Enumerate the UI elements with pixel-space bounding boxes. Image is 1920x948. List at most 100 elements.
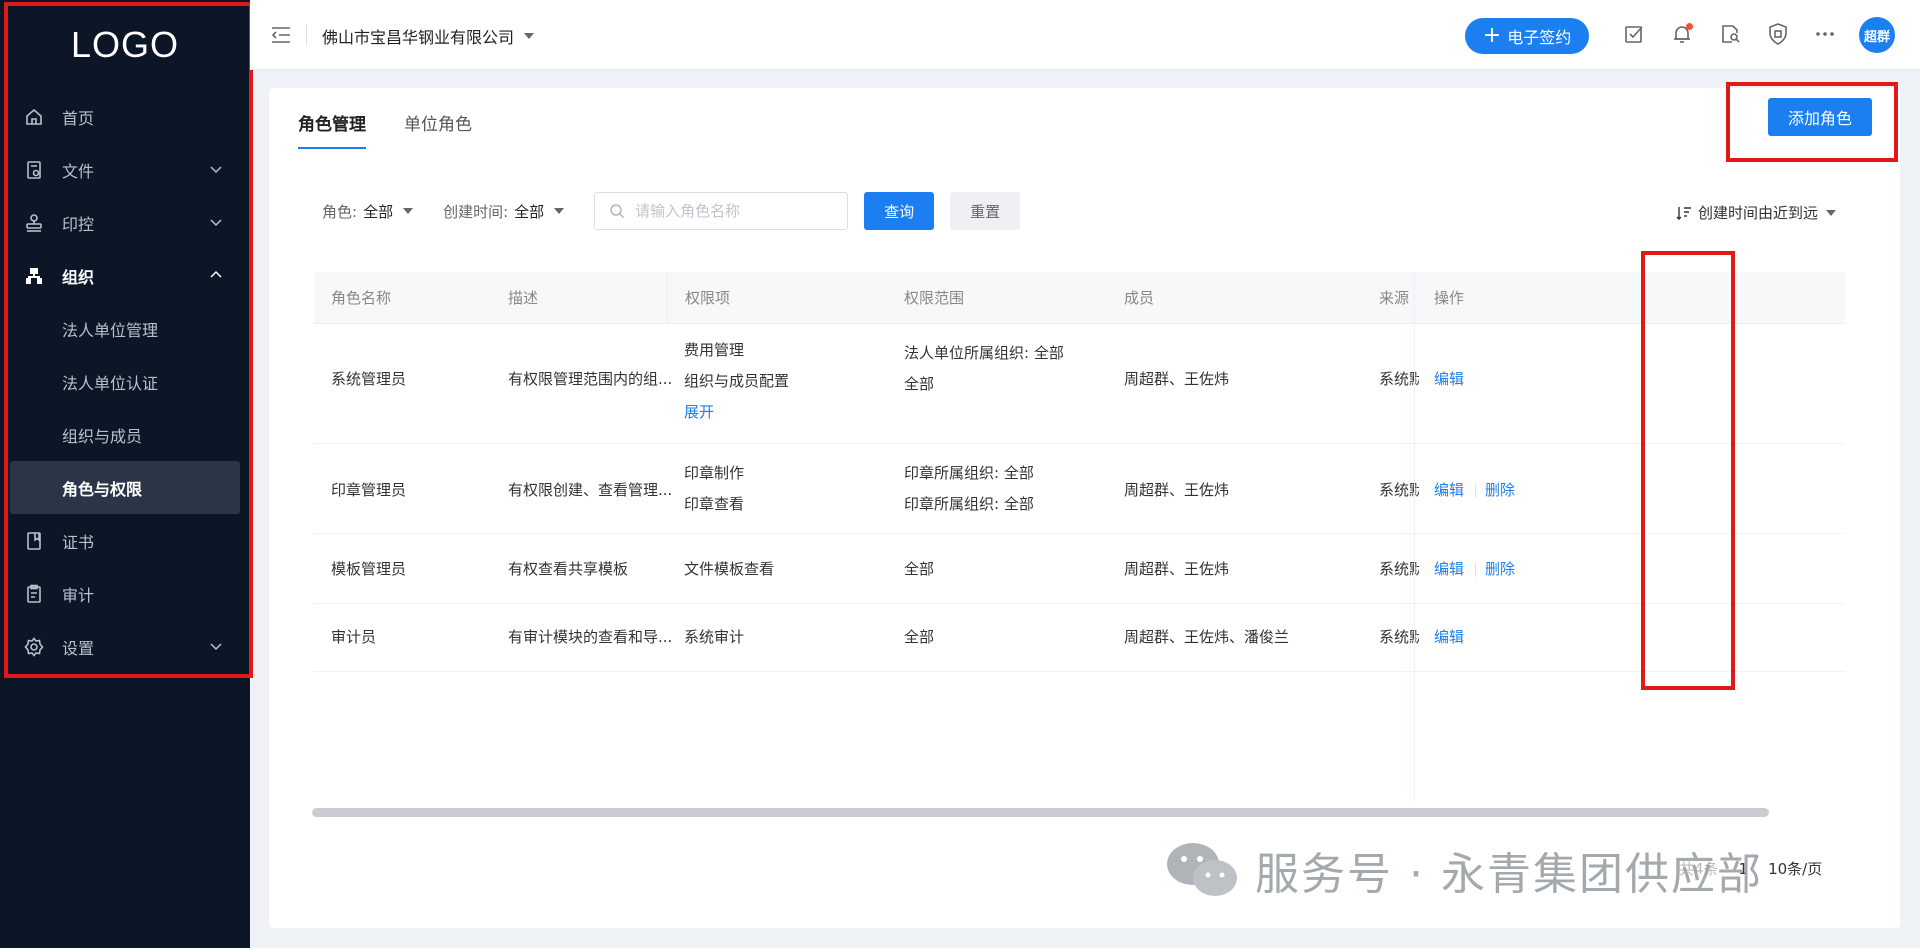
col-header-actions: 操作	[1434, 289, 1465, 307]
action-divider	[1475, 563, 1476, 577]
cell-role-name: 系统管理员	[331, 370, 407, 388]
perm-item: 费用管理	[684, 341, 745, 359]
role-filter[interactable]: 角色: 全部	[322, 201, 414, 222]
sidebar-item-org[interactable]: 组织	[0, 249, 250, 302]
cell-members: 周超群、王佐炜	[1124, 370, 1230, 388]
perm-item: 印章查看	[684, 495, 745, 513]
cell-scope: 法人单位所属组织: 全部 全部	[904, 338, 1064, 400]
sidebar-item-label: 文件	[62, 161, 95, 181]
sidebar-subitem-legal-entity[interactable]: 法人单位管理	[0, 302, 250, 355]
caret-down-icon	[1826, 209, 1837, 216]
sort-icon	[1676, 206, 1691, 220]
search-icon	[610, 204, 625, 219]
table-row: 审计员 有审计模块的查看和导... 系统审计 全部 周超群、王佐炜、潘俊兰 系统…	[314, 604, 1845, 672]
cell-scope: 全部	[904, 560, 935, 578]
top-header: 佛山市宝昌华钢业有限公司 + 电子签约 超群	[250, 0, 1920, 70]
cell-source: 系统默	[1379, 370, 1419, 388]
cell-role-name: 审计员	[331, 628, 377, 646]
cell-source: 系统默	[1379, 560, 1419, 578]
sidebar-subitem-entity-auth[interactable]: 法人单位认证	[0, 355, 250, 408]
sidebar-item-file[interactable]: 文件	[0, 143, 250, 196]
wechat-icon	[1167, 843, 1237, 896]
edit-link[interactable]: 编辑	[1434, 479, 1464, 500]
col-header-name: 角色名称	[331, 289, 392, 307]
table-row: 系统管理员 有权限管理范围内的组... 费用管理 组织与成员配置 展开 法人单位…	[314, 324, 1845, 444]
reset-button[interactable]: 重置	[950, 192, 1021, 230]
shield-icon[interactable]	[1766, 22, 1790, 46]
plus-icon: +	[1482, 23, 1502, 48]
tab-unit-role[interactable]: 单位角色	[404, 110, 472, 149]
tab-role-management[interactable]: 角色管理	[298, 110, 366, 149]
avatar[interactable]: 超群	[1859, 17, 1895, 53]
esign-button[interactable]: + 电子签约	[1465, 18, 1589, 54]
sidebar-item-label: 组织	[62, 267, 95, 287]
sidebar-item-home[interactable]: 首页	[0, 90, 250, 143]
main-card: 角色管理 单位角色 添加角色 角色: 全部 创建时间: 全部 查询 重置 创建时…	[269, 82, 1900, 928]
edit-link[interactable]: 编辑	[1434, 626, 1464, 647]
cell-members: 周超群、王佐炜、潘俊兰	[1124, 628, 1290, 646]
esign-label: 电子签约	[1507, 28, 1572, 47]
action-divider	[1475, 484, 1476, 498]
col-header-members: 成员	[1124, 289, 1155, 307]
table-header: 角色名称 描述 权限项 权限范围 成员 来源 操作	[314, 272, 1845, 324]
doc-search-icon[interactable]	[1718, 22, 1742, 46]
chevron-down-icon	[210, 643, 222, 651]
sidebar-subitem-org-members[interactable]: 组织与成员	[0, 408, 250, 461]
filter-bar: 角色: 全部 创建时间: 全部 查询 重置	[322, 192, 1021, 230]
delete-link[interactable]: 删除	[1485, 479, 1515, 500]
edit-link[interactable]: 编辑	[1434, 558, 1464, 579]
perm-item: 组织与成员配置	[684, 372, 790, 390]
edit-link[interactable]: 编辑	[1434, 368, 1464, 389]
query-button[interactable]: 查询	[864, 192, 935, 230]
task-check-icon[interactable]	[1622, 22, 1646, 46]
sidebar-item-certificate[interactable]: 证书	[0, 514, 250, 567]
sort-label: 创建时间由近到远	[1698, 204, 1819, 222]
chevron-up-icon	[210, 270, 222, 278]
menu-fold-icon[interactable]	[270, 25, 292, 45]
header-divider	[306, 24, 307, 46]
logo: LOGO	[70, 24, 180, 65]
stamp-icon	[24, 213, 44, 233]
delete-link[interactable]: 删除	[1485, 558, 1515, 579]
pager-size[interactable]: 10条/页	[1768, 858, 1822, 879]
col-header-desc: 描述	[508, 289, 539, 307]
sidebar-item-label: 设置	[62, 638, 95, 658]
notification-dot	[1686, 23, 1693, 30]
cell-scope: 印章所属组织: 全部 印章所属组织: 全部	[904, 458, 1034, 520]
cell-desc: 有权限管理范围内的组...	[508, 370, 673, 388]
table-row: 模板管理员 有权查看共享模板 文件模板查看 全部 周超群、王佐炜 系统默 编辑 …	[314, 534, 1845, 604]
chevron-down-icon	[210, 166, 222, 174]
bell-icon[interactable]	[1670, 22, 1694, 46]
time-filter-label: 创建时间:	[443, 202, 509, 221]
cell-desc: 有权查看共享模板	[508, 560, 629, 578]
sidebar-item-settings[interactable]: 设置	[0, 620, 250, 673]
time-filter[interactable]: 创建时间: 全部	[443, 201, 565, 222]
cell-source: 系统默	[1379, 481, 1419, 499]
col-header-perms: 权限项	[667, 272, 887, 324]
expand-link[interactable]: 展开	[684, 397, 789, 428]
sidebar-subitem-roles[interactable]: 角色与权限	[10, 461, 240, 514]
cell-desc: 有权限创建、查看管理...	[508, 481, 673, 499]
scope-item: 全部	[904, 375, 935, 393]
sidebar-item-audit[interactable]: 审计	[0, 567, 250, 620]
chevron-down-icon	[210, 219, 222, 227]
cell-members: 周超群、王佐炜	[1124, 560, 1230, 578]
company-selector[interactable]: 佛山市宝昌华钢业有限公司	[322, 24, 535, 48]
add-role-button[interactable]: 添加角色	[1768, 98, 1872, 136]
home-icon	[24, 107, 44, 127]
sidebar-nav: 首页 文件 印控 组织 法人单位管理 法人单位认证 组织与成员 角色与权限 证书…	[0, 90, 250, 673]
sidebar: LOGO 首页 文件 印控 组织 法人单位管理 法人单位认证 组织与成员 角色与…	[0, 0, 253, 948]
sort-selector[interactable]: 创建时间由近到远	[1676, 202, 1837, 223]
sidebar-item-seal[interactable]: 印控	[0, 196, 250, 249]
cell-role-name: 模板管理员	[331, 560, 407, 578]
fixed-column-shadow	[1414, 272, 1415, 802]
cell-source: 系统默	[1379, 628, 1419, 646]
more-icon[interactable]	[1813, 22, 1837, 46]
file-icon	[24, 160, 44, 180]
cell-perms: 印章制作 印章查看	[684, 458, 744, 520]
search-box	[594, 192, 849, 230]
search-input[interactable]	[635, 202, 836, 220]
watermark: 服务号 · 永青集团供应部	[1165, 838, 1763, 902]
horizontal-scrollbar[interactable]	[312, 808, 1769, 817]
cell-perms: 系统审计	[684, 628, 745, 646]
